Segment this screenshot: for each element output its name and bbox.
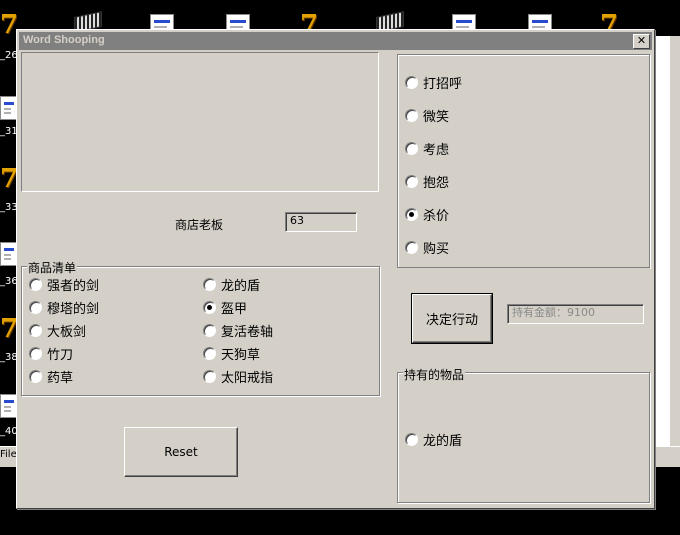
radio-circle [203,369,216,383]
action-option[interactable]: 考虑 [405,140,450,158]
goods-item[interactable]: 强者的剑 [29,276,100,294]
radio-circle [405,207,418,221]
action-option[interactable]: 抱怨 [405,173,450,191]
radio-circle [405,75,418,89]
reset-button[interactable]: Reset [124,427,238,477]
goods-item[interactable]: 竹刀 [29,345,74,363]
radio-circle [29,323,42,337]
goods-item-label: 竹刀 [47,347,74,363]
money-field: 持有金额：9100 [507,304,644,324]
radio-circle [29,277,42,291]
radio-circle [203,277,216,291]
inventory-item[interactable]: 龙的盾 [405,431,463,449]
goods-item-label: 盔甲 [221,301,248,317]
radio-circle [405,141,418,155]
radio-circle [29,300,42,314]
radio-circle [203,300,216,314]
goods-item[interactable]: 复活卷轴 [203,322,274,340]
goods-item-label: 强者的剑 [47,278,100,294]
goods-item[interactable]: 天狗草 [203,345,261,363]
action-option-label: 杀价 [423,208,450,224]
goods-item-label: 太阳戒指 [221,370,274,386]
action-option-label: 抱怨 [423,175,450,191]
radio-circle [203,346,216,360]
background-scrollbar[interactable] [670,36,680,448]
window-title: Word Shooping [23,34,105,46]
display-area [21,52,379,192]
owner-value-field: 63 [285,212,357,232]
close-button[interactable]: ✕ [633,34,650,49]
app-seven-icon[interactable]: 7 [0,166,18,192]
action-option-label: 微笑 [423,109,450,125]
app-seven-icon[interactable]: 7 [0,316,18,342]
status-text: File [0,449,17,460]
decide-action-button[interactable]: 决定行动 [411,293,493,344]
title-bar[interactable]: Word Shooping ✕ [19,32,652,50]
goods-item-label: 龙的盾 [221,278,261,294]
inventory-legend: 持有的物品 [403,366,466,383]
radio-circle [405,108,418,122]
action-option-label: 打招呼 [423,76,463,92]
goods-item[interactable]: 药草 [29,368,74,386]
inventory-item-label: 龙的盾 [423,433,463,449]
word-shopping-window: Word Shooping ✕ 商店老板 63 商品清单 强者的剑 穆塔的剑 大… [16,29,655,509]
action-option[interactable]: 打招呼 [405,74,463,92]
action-option[interactable]: 杀价 [405,206,450,224]
goods-item[interactable]: 大板剑 [29,322,87,340]
close-icon: ✕ [636,34,647,47]
action-option-label: 购买 [423,241,450,257]
goods-item[interactable]: 太阳戒指 [203,368,274,386]
goods-item[interactable]: 穆塔的剑 [29,299,100,317]
goods-item-label: 天狗草 [221,347,261,363]
action-option-label: 考虑 [423,142,450,158]
goods-item-label: 药草 [47,370,74,386]
goods-item-label: 复活卷轴 [221,324,274,340]
goods-item[interactable]: 盔甲 [203,299,248,317]
goods-item-label: 穆塔的剑 [47,301,100,317]
radio-circle [29,369,42,383]
goods-item-label: 大板剑 [47,324,87,340]
goods-item[interactable]: 龙的盾 [203,276,261,294]
owner-label: 商店老板 [175,218,224,232]
action-option[interactable]: 微笑 [405,107,450,125]
radio-circle [203,323,216,337]
action-option[interactable]: 购买 [405,239,450,257]
radio-circle [405,240,418,254]
radio-circle [405,174,418,188]
radio-circle [29,346,42,360]
radio-circle [405,432,418,446]
goods-legend: 商品清单 [27,259,78,276]
